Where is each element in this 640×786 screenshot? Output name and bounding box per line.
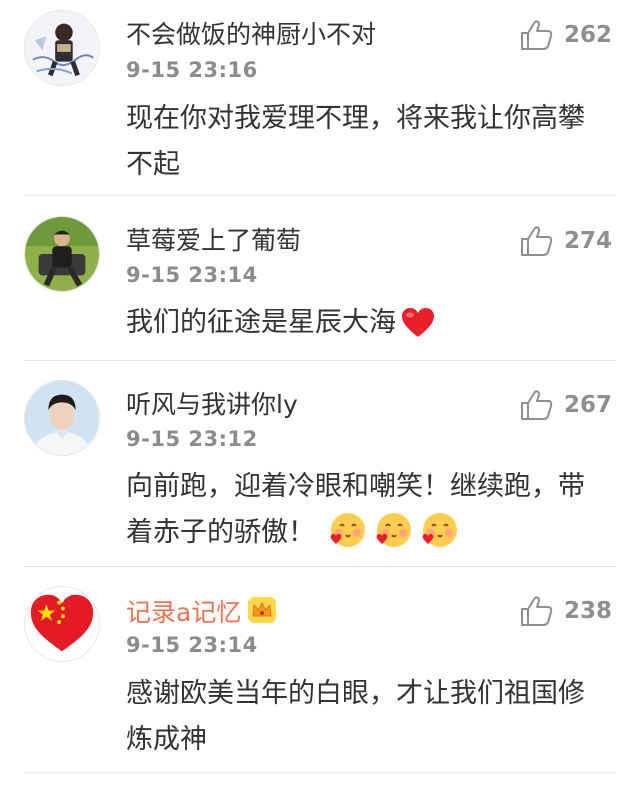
- blushing-heart-face-icon: [421, 511, 459, 564]
- comment-text: 感谢欧美当年的白眼，才让我们祖国修炼成神: [126, 678, 585, 755]
- thumbs-up-icon: [520, 226, 553, 256]
- divider: [24, 195, 616, 196]
- like-button[interactable]: 238: [520, 595, 612, 627]
- comment-time: 9-15 23:14: [126, 263, 258, 287]
- comment-time: 9-15 23:16: [126, 58, 258, 82]
- china-flag-heart-avatar-icon: [25, 587, 99, 661]
- red-heart-icon: [400, 307, 436, 354]
- username[interactable]: 不会做饭的神厨小不对: [126, 20, 376, 50]
- divider: [24, 566, 616, 567]
- like-count: 262: [563, 22, 612, 48]
- comment-time: 9-15 23:14: [126, 633, 258, 657]
- thumbs-up-icon: [520, 596, 553, 626]
- user-avatar[interactable]: [24, 10, 100, 86]
- username-container[interactable]: 记录a记忆: [126, 596, 277, 631]
- comment-text-container: 向前跑，迎着冷眼和嘲笑！继续跑，带着赤子的骄傲！: [126, 464, 610, 564]
- person-on-grass-avatar-icon: [25, 217, 99, 291]
- like-button[interactable]: 262: [520, 19, 612, 51]
- like-count: 274: [563, 228, 612, 254]
- blushing-heart-face-icon: [329, 511, 367, 564]
- thumbs-up-icon: [520, 20, 553, 50]
- divider: [24, 772, 616, 773]
- young-man-portrait-avatar-icon: [25, 381, 99, 455]
- user-avatar[interactable]: [24, 586, 100, 662]
- crown-badge-icon: [247, 596, 277, 631]
- username[interactable]: 听风与我讲你ly: [126, 390, 298, 420]
- user-avatar[interactable]: [24, 216, 100, 292]
- username[interactable]: 记录a记忆: [126, 598, 241, 627]
- comment-time: 9-15 23:12: [126, 427, 258, 451]
- anime-figure-avatar-icon: [25, 11, 99, 85]
- like-count: 267: [563, 392, 612, 418]
- blushing-heart-face-icon: [375, 511, 413, 564]
- comment-text-container: 我们的征途是星辰大海: [126, 300, 610, 354]
- divider: [24, 360, 616, 361]
- user-avatar[interactable]: [24, 380, 100, 456]
- like-button[interactable]: 267: [520, 389, 612, 421]
- comment-text: 现在你对我爱理不理，将来我让你高攀不起: [126, 103, 585, 180]
- username[interactable]: 草莓爱上了葡萄: [126, 226, 301, 256]
- like-button[interactable]: 274: [520, 225, 612, 257]
- thumbs-up-icon: [520, 390, 553, 420]
- comment-text: 我们的征途是星辰大海: [126, 307, 396, 338]
- like-count: 238: [563, 598, 612, 624]
